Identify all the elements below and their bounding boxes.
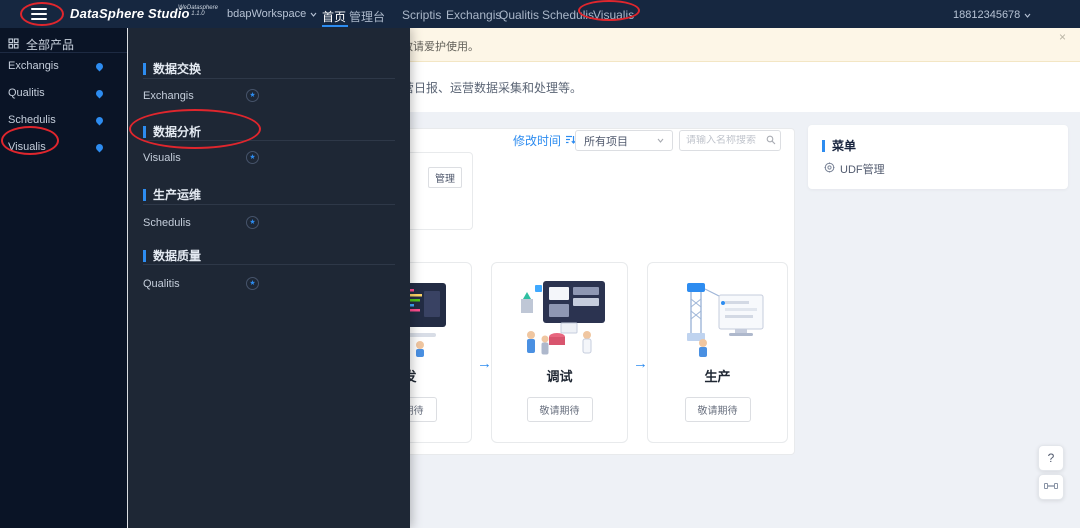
nav-tab-schedulis[interactable]: Schedulis (542, 8, 594, 22)
grid-icon (8, 37, 19, 52)
udf-gear-icon (824, 162, 835, 176)
sort-label: 修改时间 (513, 134, 562, 148)
menu-panel-title: 菜单 (822, 137, 856, 154)
product-sidebar: 全部产品 Exchangis Qualitis Schedulis Visual… (0, 28, 127, 528)
divider (143, 204, 395, 205)
menu-item-label: UDF管理 (840, 164, 885, 176)
app-root: 敬请爱护使用。 × 营日报、运营数据采集和处理等。 修改时间 所有项目 管理 (0, 0, 1080, 528)
flyout-section-title: 数据质量 (143, 247, 201, 264)
sort-by-modified-control[interactable]: 修改时间 (513, 132, 576, 149)
search-icon (766, 132, 776, 150)
arrow-icon: → (477, 355, 492, 372)
question-icon: ? (1047, 451, 1055, 465)
menu-item-udf[interactable]: UDF管理 (824, 161, 885, 177)
pin-icon[interactable] (94, 61, 105, 72)
title-accent-bar (822, 139, 825, 152)
flyout-section-title: 数据分析 (143, 123, 201, 140)
logo-version: WeDatasphere 1.1.0 (178, 5, 218, 17)
sidebar-item-exchangis[interactable]: Exchangis (0, 57, 127, 77)
flyout-item-qualitis[interactable]: Qualitis ★ (143, 276, 395, 294)
sidebar-item-visualis[interactable]: Visualis (0, 138, 127, 158)
search-input[interactable] (686, 135, 766, 146)
chevron-down-icon (1024, 12, 1031, 19)
sidebar-title: 全部产品 (26, 38, 75, 52)
workflow-card-debug[interactable]: 调试 敬请期待 (491, 262, 628, 443)
intro-text: 营日报、运营数据采集和处理等。 (402, 81, 583, 95)
flyout-item-exchangis[interactable]: Exchangis ★ (143, 88, 395, 106)
coming-soon-button[interactable]: 敬请期待 (684, 397, 751, 422)
favorite-star-icon[interactable]: ★ (246, 151, 259, 164)
nav-tab-scriptis[interactable]: Scriptis (402, 8, 441, 22)
intro-band: 营日报、运营数据采集和处理等。 (402, 62, 1080, 112)
nav-tab-home[interactable]: 首页 (322, 8, 346, 25)
help-button[interactable]: ? (1038, 445, 1064, 471)
chevron-down-icon (657, 137, 664, 144)
flyout-item-schedulis[interactable]: Schedulis ★ (143, 215, 395, 233)
title-accent-bar (143, 125, 146, 138)
tool-icon (1044, 480, 1058, 494)
workspace-selector[interactable]: bdapWorkspace (227, 8, 317, 20)
favorite-star-icon[interactable]: ★ (246, 89, 259, 102)
title-accent-bar (143, 188, 146, 201)
pin-icon[interactable] (94, 115, 105, 126)
title-accent-bar (143, 249, 146, 262)
close-icon[interactable]: × (1059, 30, 1066, 44)
debug-illustration (492, 277, 627, 359)
chevron-down-icon (310, 11, 317, 18)
pin-icon[interactable] (94, 88, 105, 99)
top-header: DataSphere Studio WeDatasphere 1.1.0 bda… (0, 0, 1080, 28)
nav-tab-visualis[interactable]: Visualis (593, 8, 634, 22)
notice-text: 敬请爱护使用。 (402, 41, 479, 53)
favorite-star-icon[interactable]: ★ (246, 216, 259, 229)
divider (0, 52, 127, 53)
flyout-section-title: 数据交换 (143, 60, 201, 77)
coming-soon-button[interactable]: 敬请期待 (526, 397, 593, 422)
flyout-item-visualis[interactable]: Visualis ★ (143, 150, 395, 168)
nav-tab-qualitis[interactable]: Qualitis (499, 8, 539, 22)
active-tab-underline (322, 25, 348, 27)
project-filter-value: 所有项目 (584, 135, 628, 148)
hamburger-menu-icon[interactable] (31, 8, 47, 20)
app-logo: DataSphere Studio (70, 6, 190, 21)
sidebar-item-qualitis[interactable]: Qualitis (0, 84, 127, 104)
menu-panel: 菜单 UDF管理 (808, 125, 1068, 189)
search-box (679, 130, 781, 151)
manage-button[interactable]: 管理 (428, 167, 462, 188)
feedback-tool-button[interactable] (1038, 474, 1064, 500)
nav-tab-console[interactable]: 管理台 (349, 8, 385, 25)
sidebar-header: 全部产品 (8, 36, 74, 53)
user-account-menu[interactable]: 18812345678 (953, 9, 1031, 21)
title-accent-bar (143, 62, 146, 75)
notice-banner: 敬请爱护使用。 × (402, 28, 1080, 62)
favorite-star-icon[interactable]: ★ (246, 277, 259, 290)
workflow-card-label: 调试 (546, 369, 573, 384)
pin-icon[interactable] (94, 142, 105, 153)
production-illustration (648, 277, 787, 359)
product-flyout-menu: 数据交换 Exchangis ★ 数据分析 Visualis ★ 生产运维 Sc… (128, 28, 410, 528)
project-filter-select[interactable]: 所有项目 (575, 130, 673, 151)
nav-tab-exchangis[interactable]: Exchangis (446, 8, 501, 22)
flyout-section-title: 生产运维 (143, 186, 201, 203)
workflow-card-label: 生产 (704, 369, 731, 384)
divider (143, 264, 395, 265)
divider (143, 78, 395, 79)
workflow-card-production[interactable]: 生产 敬请期待 (647, 262, 788, 443)
arrow-icon: → (633, 355, 648, 372)
sidebar-item-schedulis[interactable]: Schedulis (0, 111, 127, 131)
divider (143, 140, 395, 141)
